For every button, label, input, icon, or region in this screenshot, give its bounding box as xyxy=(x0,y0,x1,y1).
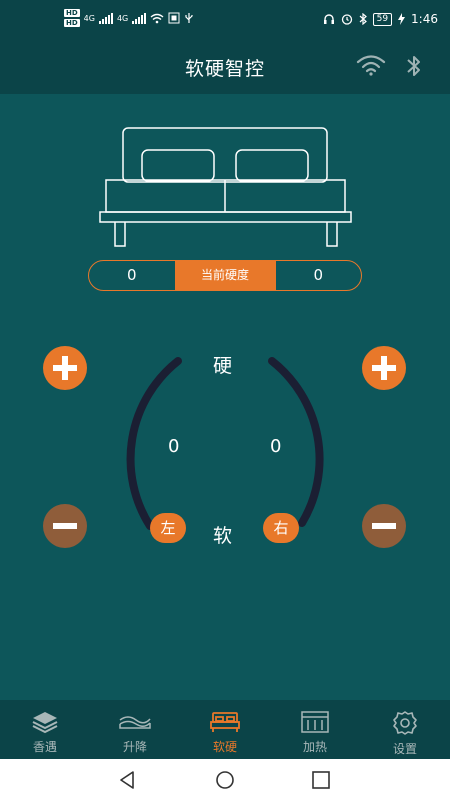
tab-label: 加热 xyxy=(302,740,327,754)
left-dial-value: 0 xyxy=(168,436,180,457)
usb-icon xyxy=(185,13,193,23)
soft-label: 软 xyxy=(213,525,233,547)
clock: 1:46 xyxy=(411,12,438,26)
alarm-icon xyxy=(341,14,352,25)
left-hardness-value: 0 xyxy=(126,266,137,284)
tab-heat[interactable]: 加热 xyxy=(270,700,360,759)
home-icon[interactable] xyxy=(215,770,235,790)
status-left: HD HD 4G 4G xyxy=(64,9,194,27)
left-side-button[interactable]: 左 xyxy=(150,513,186,543)
left-plus-button[interactable] xyxy=(43,346,87,390)
right-minus-button[interactable] xyxy=(362,504,406,548)
left-minus-button[interactable] xyxy=(43,504,87,548)
layers-icon xyxy=(32,712,58,734)
network-label-2: 4G xyxy=(116,13,129,23)
system-nav-bar xyxy=(0,759,450,800)
heat-icon xyxy=(301,711,329,733)
back-icon[interactable] xyxy=(118,770,138,790)
right-dial-value: 0 xyxy=(270,436,282,457)
lift-icon xyxy=(119,716,151,729)
gear-icon xyxy=(393,711,417,735)
right-plus-button[interactable] xyxy=(362,346,406,390)
minus-icon xyxy=(53,523,77,529)
current-hardness-bar: 0 当前硬度 0 xyxy=(88,260,362,291)
hd-indicators: HD HD xyxy=(64,9,80,27)
wifi-status-icon xyxy=(150,13,164,23)
hd-badge-1: HD xyxy=(64,9,80,17)
scan-icon xyxy=(168,12,180,24)
tab-label: 香遇 xyxy=(32,740,57,754)
charging-icon xyxy=(398,13,406,25)
bluetooth-icon[interactable] xyxy=(404,54,424,78)
battery-icon: 59 xyxy=(372,12,393,26)
bottom-tab-bar: 香遇 升降 软硬 加热 设置 xyxy=(0,700,450,759)
minus-icon xyxy=(372,523,396,529)
plus-icon xyxy=(372,356,396,380)
right-hardness-value: 0 xyxy=(313,266,324,284)
bluetooth-status-icon xyxy=(359,13,367,25)
tab-label: 软硬 xyxy=(212,740,237,754)
status-right: 59 1:46 xyxy=(323,12,438,26)
tab-settings[interactable]: 设置 xyxy=(360,700,450,759)
bed-illustration xyxy=(99,127,352,247)
wifi-icon[interactable] xyxy=(356,54,386,76)
current-hardness-label: 当前硬度 xyxy=(174,261,276,290)
hard-label: 硬 xyxy=(213,355,233,377)
tab-soft-hard[interactable]: 软硬 xyxy=(180,700,270,759)
tab-label: 升降 xyxy=(122,740,147,754)
status-bar: HD HD 4G 4G 59 1:46 xyxy=(0,0,450,40)
headset-icon xyxy=(323,14,334,24)
signal-icon xyxy=(98,12,113,24)
plus-icon xyxy=(53,356,77,380)
hd-badge-2: HD xyxy=(64,19,80,27)
network-label-1: 4G xyxy=(83,13,95,23)
tab-xiangyu[interactable]: 香遇 xyxy=(0,700,90,759)
tab-label: 设置 xyxy=(392,742,417,756)
bed-icon xyxy=(210,712,240,732)
right-side-button[interactable]: 右 xyxy=(263,513,299,543)
signal-icon xyxy=(132,12,147,24)
recents-icon[interactable] xyxy=(311,770,331,790)
tab-lift[interactable]: 升降 xyxy=(90,700,180,759)
app-header: 软硬智控 xyxy=(0,40,450,94)
